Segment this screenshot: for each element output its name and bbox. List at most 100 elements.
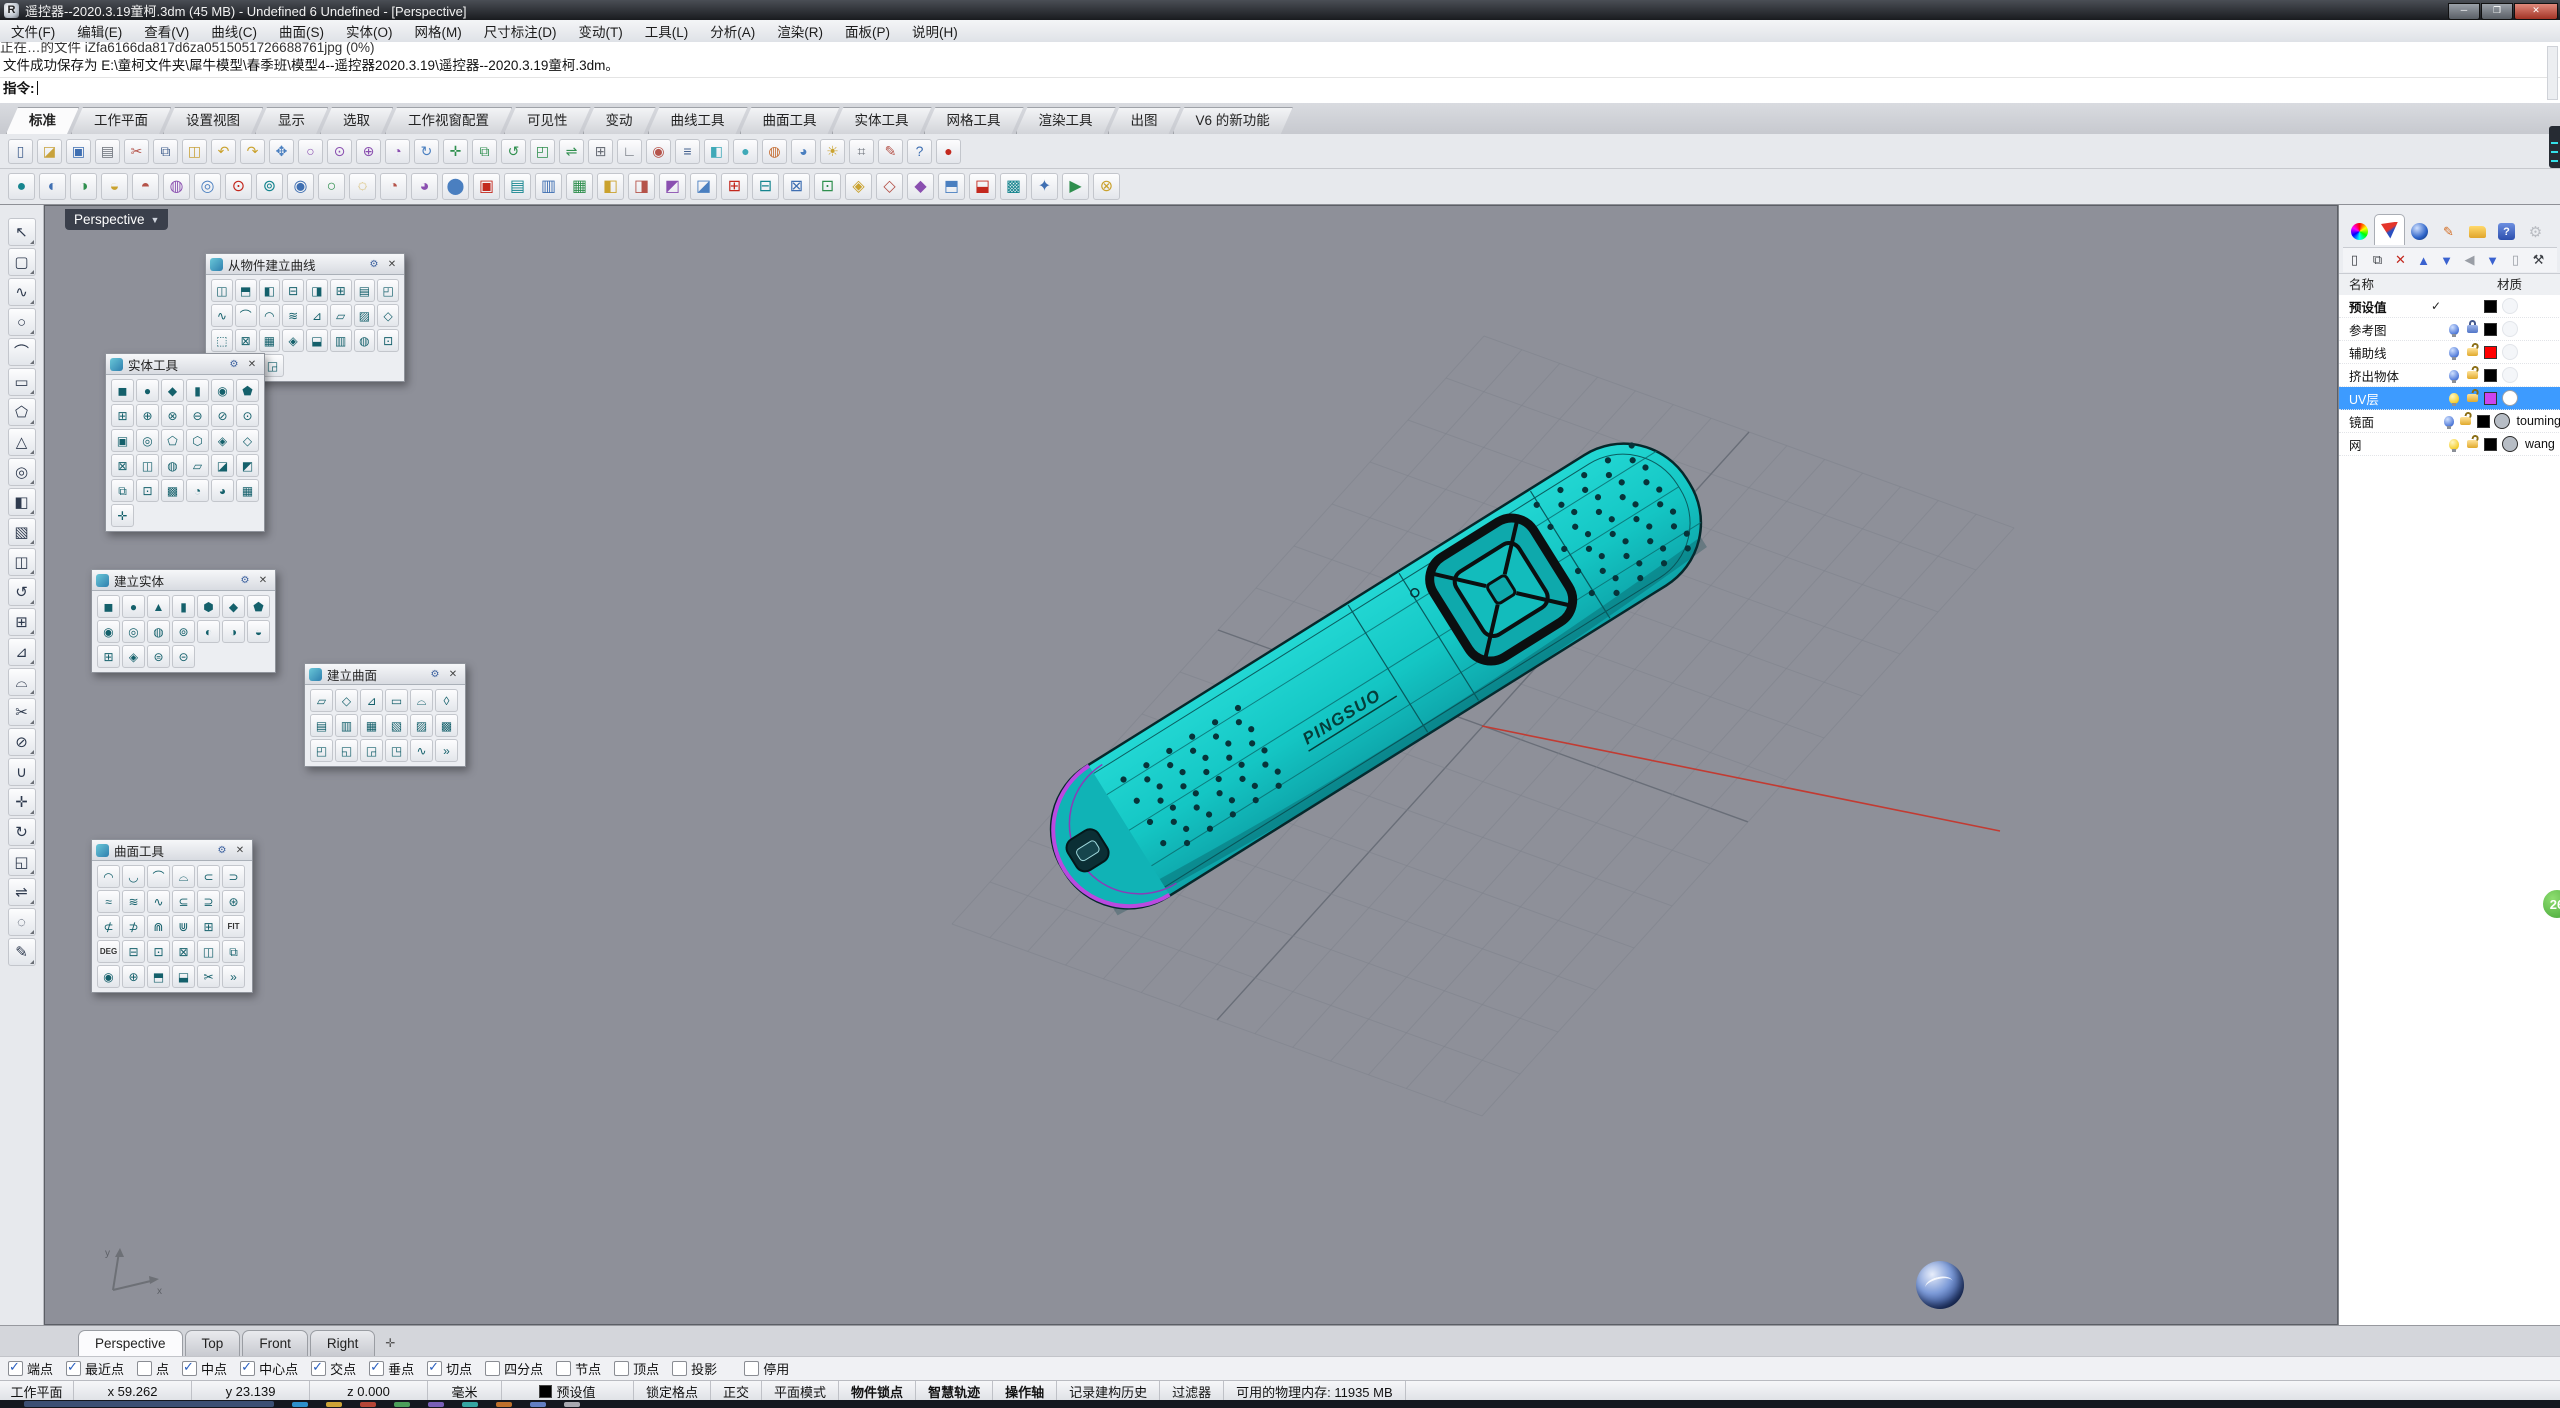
chevron-down-icon[interactable]: ▼ [151, 215, 160, 225]
light-icon[interactable]: ☀ [820, 139, 845, 164]
palette-tool-icon[interactable]: ≋ [122, 890, 145, 913]
palette-tool-icon[interactable]: ∿ [147, 890, 170, 913]
curve-freeform-icon[interactable]: ∿ [8, 278, 36, 306]
layer-lock-icon[interactable] [2467, 325, 2478, 333]
toolbar-tab[interactable]: 显示 [255, 107, 328, 134]
scale-tool-icon[interactable]: ◱ [8, 848, 36, 876]
layer-visibility-bulb-icon[interactable] [2449, 324, 2459, 335]
palette-tool-icon[interactable]: ◒ [247, 620, 270, 643]
palette-tool-icon[interactable]: ▨ [410, 714, 433, 737]
palette-tool-icon[interactable]: ◍ [147, 620, 170, 643]
display-toolbar-icon[interactable]: ⊟ [752, 173, 779, 200]
display-toolbar-icon[interactable]: ▥ [535, 173, 562, 200]
status-z[interactable]: z 0.000 [310, 1381, 428, 1401]
layer-color-swatch[interactable] [2484, 392, 2497, 405]
palette-tool-icon[interactable]: ◇ [236, 429, 259, 452]
layer-name[interactable]: 参考图 [2339, 320, 2431, 339]
shaded-view-icon[interactable]: ● [733, 139, 758, 164]
select-arrow-icon[interactable]: ↖ [8, 218, 36, 246]
display-toolbar-icon[interactable]: ◩ [659, 173, 686, 200]
menu-item[interactable]: 查看(V) [133, 20, 200, 42]
display-toolbar-icon[interactable]: ◕ [411, 173, 438, 200]
palette-close-icon[interactable]: ✕ [255, 573, 271, 587]
palette-tool-icon[interactable]: ⬓ [306, 329, 328, 352]
palette-tool-icon[interactable]: ⊇ [197, 890, 220, 913]
osnap-顶点[interactable]: 顶点 [614, 1359, 659, 1378]
menu-item[interactable]: 分析(A) [699, 20, 766, 42]
layer-lock-icon[interactable] [2467, 394, 2478, 402]
palette-tool-icon[interactable]: ▩ [161, 479, 184, 502]
layer-row[interactable]: 网wang [2339, 433, 2560, 456]
palette-tool-icon[interactable]: ⊗ [161, 404, 184, 427]
minimize-button[interactable]: ─ [2448, 3, 2480, 20]
palette-tool-icon[interactable]: ⊕ [136, 404, 159, 427]
palette-tool-icon[interactable]: ⊛ [222, 890, 245, 913]
palette-tool-icon[interactable]: ⌒ [147, 865, 170, 888]
palette-tool-icon[interactable]: ▧ [385, 714, 408, 737]
move-tool-icon[interactable]: ✛ [8, 788, 36, 816]
palette-gear-icon[interactable]: ⚙ [366, 257, 382, 271]
layer-report-icon[interactable]: ▯ [2504, 250, 2527, 270]
toolbar-tab[interactable]: 网格工具 [924, 107, 1024, 134]
layer-visibility-bulb-icon[interactable] [2444, 416, 2454, 427]
display-toolbar-icon[interactable]: ◌ [349, 173, 376, 200]
palette-tool-icon[interactable]: ✂ [197, 965, 220, 988]
display-toolbar-icon[interactable]: ⬤ [442, 173, 469, 200]
palette-tool-icon[interactable]: ◎ [136, 429, 159, 452]
taskbar-icon[interactable] [428, 1402, 444, 1407]
mirror-tool-icon[interactable]: ⇌ [8, 878, 36, 906]
viewport-tab-top[interactable]: Top [185, 1330, 241, 1356]
status-pane[interactable]: 正交 [711, 1381, 762, 1401]
display-toolbar-icon[interactable]: ◇ [876, 173, 903, 200]
palette-tool-icon[interactable]: ⊟ [282, 279, 304, 302]
palette-tool-icon[interactable]: ◳ [385, 739, 408, 762]
display-toolbar-icon[interactable]: ▦ [566, 173, 593, 200]
viewport-tab-front[interactable]: Front [242, 1330, 308, 1356]
palette-tool-icon[interactable]: ▮ [172, 595, 195, 618]
undo-icon[interactable]: ↶ [211, 139, 236, 164]
join-icon[interactable]: ∪ [8, 758, 36, 786]
palette-tool-icon[interactable]: ⊡ [147, 940, 170, 963]
status-pane[interactable]: 可用的物理内存: 11935 MB [1224, 1381, 1406, 1401]
palette-tool-icon[interactable]: ⬢ [197, 595, 220, 618]
paste-icon[interactable]: ◫ [182, 139, 207, 164]
palette-tool-icon[interactable]: ◼ [97, 595, 120, 618]
palette-tool-icon[interactable]: ⊿ [306, 304, 328, 327]
perspective-viewport[interactable]: PINGSUO Perspective ▼ x y 从物件建立曲线⚙✕◫⬒◧⊟◨… [44, 205, 2338, 1325]
toolbar-tab[interactable]: 选取 [320, 107, 393, 134]
surface-icon[interactable]: ◧ [8, 488, 36, 516]
layer-lock-icon[interactable] [2467, 371, 2478, 379]
camera-icon[interactable]: ⌗ [849, 139, 874, 164]
taskbar-icon[interactable] [564, 1402, 580, 1407]
close-button[interactable]: ✕ [2514, 3, 2558, 20]
mirror-icon[interactable]: ⇌ [559, 139, 584, 164]
material-icon[interactable]: ◕ [791, 139, 816, 164]
palette-tool-icon[interactable]: ◉ [97, 965, 120, 988]
palette-tool-icon[interactable]: ◈ [122, 645, 145, 668]
display-toolbar-icon[interactable]: ○ [318, 173, 345, 200]
layer-material-icon[interactable] [2502, 321, 2518, 337]
layer-name[interactable]: 辅助线 [2339, 343, 2431, 362]
menu-item[interactable]: 曲面(S) [268, 20, 335, 42]
layers-panel-tab[interactable] [2374, 214, 2405, 245]
copy-object-icon[interactable]: ⧉ [472, 139, 497, 164]
palette-tool-icon[interactable]: ◰ [377, 279, 399, 302]
status-pane[interactable]: 平面模式 [762, 1381, 839, 1401]
menu-item[interactable]: 编辑(E) [66, 20, 133, 42]
palette-tool-icon[interactable]: ◠ [259, 304, 281, 327]
palette-tool-icon[interactable]: ≋ [282, 304, 304, 327]
materials-panel-tab[interactable] [2405, 218, 2434, 245]
name-column-header[interactable]: 名称 [2339, 274, 2489, 295]
layer-name[interactable]: 挤出物体 [2339, 366, 2431, 385]
palette-tool-icon[interactable]: ◫ [136, 454, 159, 477]
palette-tool-icon[interactable]: ⊠ [172, 940, 195, 963]
status-pane[interactable]: 过滤器 [1160, 1381, 1224, 1401]
menu-item[interactable]: 网格(M) [404, 20, 473, 42]
rotate-view-icon[interactable]: ↻ [414, 139, 439, 164]
toolbar-tab[interactable]: 曲面工具 [740, 107, 840, 134]
polygon-icon[interactable]: ⬠ [8, 398, 36, 426]
delete-layer-icon[interactable]: ✕ [2389, 250, 2412, 270]
palette-tool-icon[interactable]: ▤ [310, 714, 333, 737]
display-toolbar-icon[interactable]: ◓ [132, 173, 159, 200]
palette-tool-icon[interactable]: ▨ [354, 304, 376, 327]
